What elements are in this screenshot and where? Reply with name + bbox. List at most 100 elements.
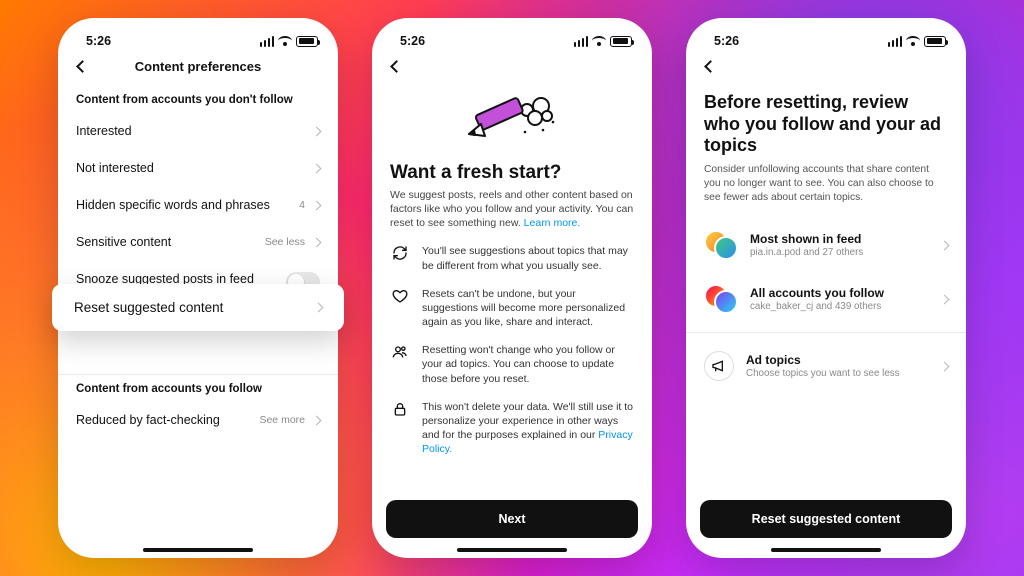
signal-icon xyxy=(888,36,903,47)
row-sensitive-content[interactable]: Sensitive content See less xyxy=(76,223,320,260)
chevron-left-icon xyxy=(704,60,717,73)
chevron-right-icon xyxy=(312,415,322,425)
status-indicators xyxy=(888,36,947,47)
info-list: You'll see suggestions about topics that… xyxy=(390,244,634,456)
button-bar: Reset suggested content xyxy=(700,500,952,538)
status-indicators xyxy=(574,36,633,47)
row-meta-count: 4 xyxy=(299,199,305,211)
row-ad-topics[interactable]: Ad topics Choose topics you want to see … xyxy=(704,339,948,393)
row-most-shown[interactable]: Most shown in feed pia.in.a.pod and 27 o… xyxy=(704,218,948,272)
battery-icon xyxy=(610,36,632,47)
row-title: Ad topics xyxy=(746,353,929,367)
row-not-interested[interactable]: Not interested xyxy=(76,149,320,186)
signal-icon xyxy=(260,36,275,47)
battery-icon xyxy=(924,36,946,47)
heart-icon xyxy=(390,287,410,330)
info-item-follow: Resetting won't change who you follow or… xyxy=(390,343,634,386)
row-subtitle: Choose topics you want to see less xyxy=(746,368,929,379)
reset-button[interactable]: Reset suggested content xyxy=(700,500,952,538)
status-bar: 5:26 xyxy=(372,28,652,52)
phone-content-preferences: 5:26 Content preferences Content from ac… xyxy=(58,18,338,558)
content-area: Content from accounts you don't follow I… xyxy=(58,94,338,438)
phone-review-before-reset: 5:26 Before resetting, review who you fo… xyxy=(686,18,966,558)
row-reset-suggested-content[interactable]: Reset suggested content xyxy=(52,284,344,331)
row-interested[interactable]: Interested xyxy=(76,112,320,149)
home-indicator xyxy=(143,548,253,552)
nav-bar xyxy=(686,52,966,86)
wifi-icon xyxy=(906,36,920,46)
info-text: Resets can't be undone, but your suggest… xyxy=(422,287,634,330)
status-bar: 5:26 xyxy=(58,28,338,52)
row-all-follow[interactable]: All accounts you follow cake_baker_cj an… xyxy=(704,272,948,326)
info-item-data: This won't delete your data. We'll still… xyxy=(390,400,634,457)
status-time: 5:26 xyxy=(714,34,739,48)
row-label: Hidden specific words and phrases xyxy=(76,198,270,212)
chevron-right-icon xyxy=(312,237,322,247)
pencil-illustration xyxy=(390,86,634,156)
page-title: Content preferences xyxy=(58,59,338,74)
row-label: Sensitive content xyxy=(76,235,171,249)
home-indicator xyxy=(457,548,567,552)
content-area: Before resetting, review who you follow … xyxy=(686,92,966,393)
nav-bar xyxy=(372,52,652,86)
intro-text: We suggest posts, reels and other conten… xyxy=(390,188,634,231)
chevron-right-icon xyxy=(940,362,950,372)
intro-body: We suggest posts, reels and other conten… xyxy=(390,189,633,229)
back-button[interactable] xyxy=(700,56,720,76)
heading: Before resetting, review who you follow … xyxy=(704,92,948,157)
battery-icon xyxy=(296,36,318,47)
megaphone-icon xyxy=(704,351,734,381)
section-divider xyxy=(686,332,966,333)
avatar-stack xyxy=(704,230,738,260)
status-bar: 5:26 xyxy=(686,28,966,52)
row-subtitle: pia.in.a.pod and 27 others xyxy=(750,247,929,258)
chevron-right-icon xyxy=(312,200,322,210)
row-label: Interested xyxy=(76,124,132,138)
avatar-stack xyxy=(704,284,738,314)
subheading: Consider unfollowing accounts that share… xyxy=(704,163,948,205)
back-button[interactable] xyxy=(386,56,406,76)
row-meta-text: See less xyxy=(265,236,305,248)
row-meta-text: See more xyxy=(259,414,305,426)
back-button[interactable] xyxy=(72,56,92,76)
info-text: You'll see suggestions about topics that… xyxy=(422,244,634,272)
section-header-unfollowed: Content from accounts you don't follow xyxy=(76,94,320,106)
chevron-left-icon xyxy=(76,60,89,73)
nav-bar: Content preferences xyxy=(58,52,338,86)
row-label: Not interested xyxy=(76,161,154,175)
status-time: 5:26 xyxy=(400,34,425,48)
avatar xyxy=(714,236,738,260)
chevron-right-icon xyxy=(940,295,950,305)
info-text: This won't delete your data. We'll still… xyxy=(422,400,634,457)
button-bar: Next xyxy=(386,500,638,538)
chevron-left-icon xyxy=(390,60,403,73)
wifi-icon xyxy=(592,36,606,46)
section-header-followed: Content from accounts you follow xyxy=(76,383,320,395)
lock-icon xyxy=(390,400,410,457)
content-area: Want a fresh start? We suggest posts, re… xyxy=(372,86,652,456)
chevron-right-icon xyxy=(940,241,950,251)
info-item-undo: Resets can't be undone, but your suggest… xyxy=(390,287,634,330)
section-divider xyxy=(58,374,338,375)
status-indicators xyxy=(260,36,319,47)
row-hidden-words[interactable]: Hidden specific words and phrases 4 xyxy=(76,186,320,223)
refresh-icon xyxy=(390,244,410,272)
status-time: 5:26 xyxy=(86,34,111,48)
next-button[interactable]: Next xyxy=(386,500,638,538)
signal-icon xyxy=(574,36,589,47)
row-fact-checking[interactable]: Reduced by fact-checking See more xyxy=(76,401,320,438)
row-label: Reset suggested content xyxy=(74,300,223,315)
people-icon xyxy=(390,343,410,386)
wifi-icon xyxy=(278,36,292,46)
home-indicator xyxy=(771,548,881,552)
row-title: All accounts you follow xyxy=(750,286,929,300)
chevron-right-icon xyxy=(312,126,322,136)
learn-more-link[interactable]: Learn more. xyxy=(524,217,581,229)
info-text: Resetting won't change who you follow or… xyxy=(422,343,634,386)
chevron-right-icon xyxy=(314,303,324,313)
info-item-topics: You'll see suggestions about topics that… xyxy=(390,244,634,272)
button-label: Next xyxy=(498,512,525,526)
button-label: Reset suggested content xyxy=(752,512,901,526)
row-subtitle: cake_baker_cj and 439 others xyxy=(750,301,929,312)
phone-fresh-start: 5:26 xyxy=(372,18,652,558)
